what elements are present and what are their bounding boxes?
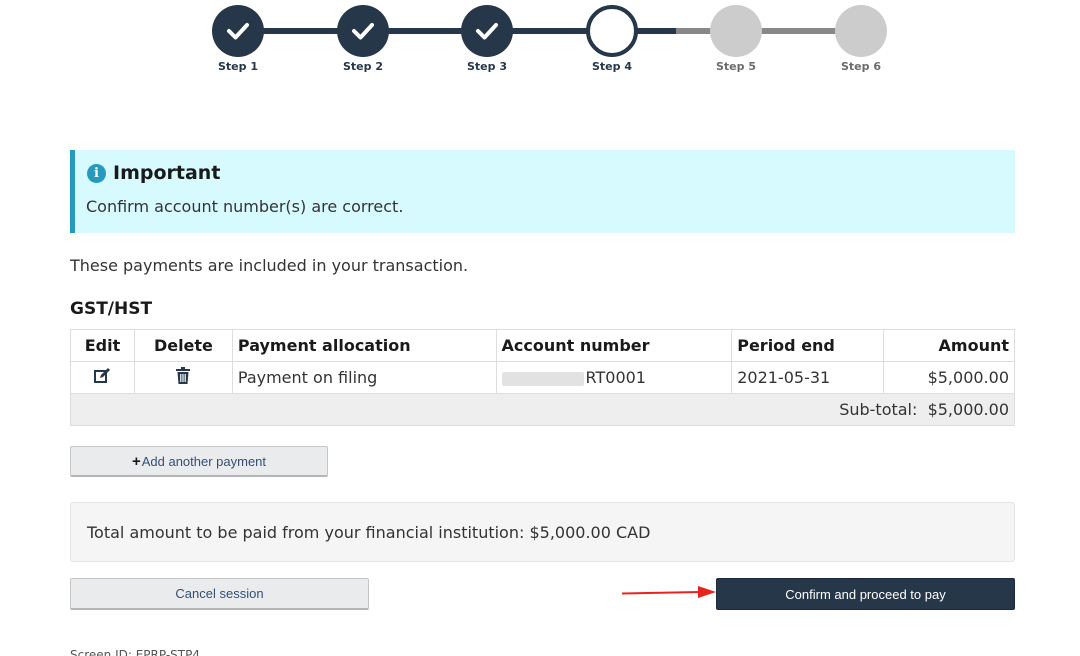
confirm-label: Confirm and proceed to pay: [785, 586, 946, 602]
step-label: Step 2: [343, 60, 383, 73]
table-header-row: Edit Delete Payment allocation Account n…: [70, 329, 1015, 362]
add-payment-label: Add another payment: [141, 453, 267, 469]
delete-cell: [133, 361, 233, 394]
allocation-cell: Payment on filing: [231, 361, 497, 394]
payments-table: Edit Delete Payment allocation Account n…: [70, 329, 1015, 426]
screen-id: Screen ID: EPRP-STP4: [70, 648, 200, 656]
account-suffix: RT0001: [585, 368, 646, 387]
step-5: Step 5: [710, 5, 762, 73]
checkmark-icon: [212, 5, 264, 57]
edit-icon[interactable]: [93, 367, 111, 389]
step-6: Step 6: [835, 5, 887, 73]
edit-cell: [70, 361, 135, 394]
step-label: Step 5: [716, 60, 756, 73]
checkmark-icon: [337, 5, 389, 57]
column-header-edit: Edit: [70, 329, 135, 362]
plus-icon: +: [131, 452, 141, 470]
step-4: Step 4: [586, 5, 638, 73]
progress-stepper: Step 1 Step 2 Step 3 Step 4 Step 5 Step …: [0, 0, 1080, 90]
step-label: Step 6: [841, 60, 881, 73]
total-text: Total amount to be paid from your financ…: [87, 523, 651, 542]
checkmark-icon: [461, 5, 513, 57]
subtotal-label: Sub-total:: [839, 400, 918, 419]
step-connector: [238, 28, 610, 34]
subtotal-value: $5,000.00: [927, 400, 1009, 419]
red-arrow-annotation: [622, 586, 716, 598]
subtotal-cell: Sub-total: $5,000.00: [70, 393, 1015, 426]
alert-heading: i Important: [87, 162, 220, 184]
alert-title: Important: [113, 162, 221, 184]
pending-step-icon: [835, 5, 887, 57]
step-label: Step 4: [592, 60, 632, 73]
column-header-amount: Amount: [883, 329, 1015, 362]
column-header-delete: Delete: [133, 329, 233, 362]
column-header-allocation: Payment allocation: [231, 329, 497, 362]
alert-body: Confirm account number(s) are correct.: [86, 197, 404, 216]
add-payment-button[interactable]: + Add another payment: [70, 446, 328, 477]
cancel-session-button[interactable]: Cancel session: [70, 578, 369, 610]
total-summary: Total amount to be paid from your financ…: [70, 502, 1015, 562]
account-cell: RT0001: [495, 361, 733, 394]
section-title: GST/HST: [70, 299, 153, 319]
column-header-period: Period end: [731, 329, 885, 362]
cancel-label: Cancel session: [175, 586, 264, 601]
current-step-icon: [586, 5, 638, 57]
redacted-account-prefix: [501, 371, 584, 386]
important-alert: i Important Confirm account number(s) ar…: [70, 150, 1015, 233]
amount-cell: $5,000.00: [883, 361, 1015, 394]
trash-icon[interactable]: [176, 367, 191, 388]
step-label: Step 3: [467, 60, 507, 73]
step-2: Step 2: [337, 5, 389, 73]
step-3: Step 3: [461, 5, 513, 73]
confirm-pay-button[interactable]: Confirm and proceed to pay: [716, 578, 1015, 610]
step-label: Step 1: [218, 60, 258, 73]
pending-step-icon: [710, 5, 762, 57]
column-header-account: Account number: [495, 329, 733, 362]
info-icon: i: [87, 163, 106, 183]
table-row: Payment on filing RT0001 2021-05-31 $5,0…: [70, 361, 1015, 394]
step-1: Step 1: [212, 5, 264, 73]
subtotal-row: Sub-total: $5,000.00: [70, 393, 1015, 426]
period-cell: 2021-05-31: [731, 361, 885, 394]
intro-text: These payments are included in your tran…: [70, 256, 469, 275]
